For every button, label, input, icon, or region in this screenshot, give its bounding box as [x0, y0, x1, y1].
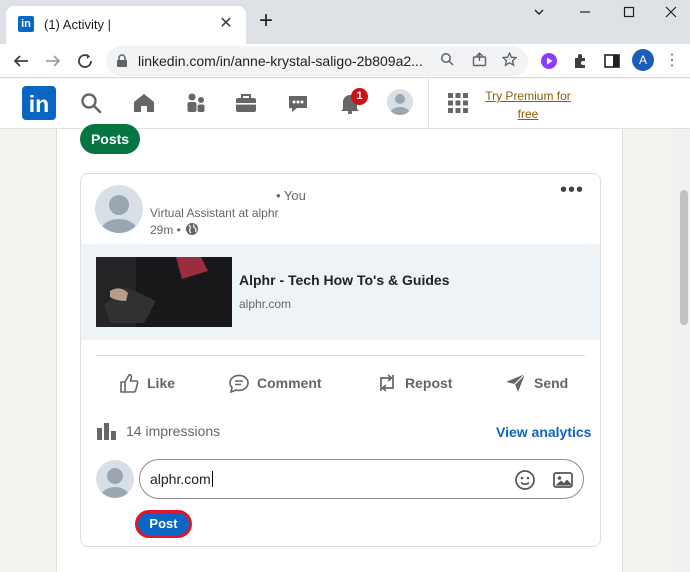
post-comment-button[interactable]: Post — [135, 510, 192, 538]
comment-input[interactable]: alphr.com — [139, 459, 584, 499]
media-extension-icon[interactable] — [540, 52, 558, 70]
my-network-icon[interactable] — [183, 90, 209, 116]
send-label: Send — [534, 375, 569, 391]
scrollbar-thumb[interactable] — [680, 190, 688, 325]
comment-label: Comment — [257, 375, 322, 391]
me-avatar[interactable] — [387, 89, 413, 115]
browser-tab-strip: in (1) Activity | ✕ + — [0, 0, 690, 44]
author-degree: • You — [276, 188, 306, 203]
author-headline: Virtual Assistant at alphr — [150, 206, 279, 220]
repost-label: Repost — [405, 375, 453, 391]
more-options-icon[interactable]: ••• — [560, 180, 584, 200]
link-preview-domain: alphr.com — [239, 297, 292, 311]
new-tab-button[interactable]: + — [254, 9, 278, 34]
notification-count-badge: 1 — [351, 88, 368, 105]
share-icon[interactable] — [470, 52, 488, 70]
view-analytics-link[interactable]: View analytics — [496, 424, 591, 440]
address-bar[interactable]: linkedin.com/in/anne-krystal-saligo-2b80… — [106, 46, 528, 76]
link-preview-image[interactable] — [96, 257, 232, 327]
browser-profile-avatar[interactable]: A — [632, 49, 654, 71]
globe-icon — [186, 223, 198, 235]
repost-button[interactable]: Repost — [375, 369, 452, 397]
commenter-avatar — [96, 460, 134, 498]
browser-toolbar: linkedin.com/in/anne-krystal-saligo-2b80… — [0, 44, 690, 78]
send-paper-plane-icon — [506, 373, 526, 392]
comment-input-value: alphr.com — [150, 471, 213, 487]
maximize-icon[interactable] — [614, 4, 644, 24]
work-apps-grid-icon[interactable] — [446, 91, 470, 115]
posts-filter-pill[interactable]: Posts — [80, 124, 140, 154]
author-avatar[interactable] — [95, 185, 143, 233]
comment-button[interactable]: Comment — [227, 369, 322, 397]
action-divider — [96, 355, 585, 356]
search-icon[interactable] — [438, 52, 456, 70]
back-arrow-icon[interactable] — [8, 48, 34, 74]
url-text: linkedin.com/in/anne-krystal-saligo-2b80… — [138, 53, 423, 69]
impressions-count: 14 impressions — [126, 423, 221, 439]
browser-tab-activity[interactable]: in (1) Activity | ✕ — [6, 6, 246, 44]
tab-search-chevron-icon[interactable] — [524, 4, 554, 24]
bar-chart-icon — [97, 423, 116, 440]
post-time: 29m • — [150, 223, 181, 237]
bookmark-star-icon[interactable] — [500, 51, 518, 70]
try-premium-link[interactable]: Try Premium for free — [480, 87, 576, 123]
extensions-puzzle-icon[interactable] — [572, 52, 590, 70]
side-panel-icon[interactable] — [603, 52, 621, 70]
linkedin-favicon-icon: in — [18, 16, 34, 32]
linkedin-logo[interactable]: in — [22, 86, 56, 120]
like-button[interactable]: Like — [117, 369, 175, 397]
home-icon[interactable] — [131, 90, 157, 116]
jobs-briefcase-icon[interactable] — [233, 90, 259, 116]
add-image-icon[interactable] — [552, 469, 574, 491]
link-preview-title[interactable]: Alphr - Tech How To's & Guides — [239, 272, 450, 288]
repost-arrows-icon — [380, 374, 394, 392]
window-close-icon[interactable] — [656, 4, 686, 24]
forward-arrow-icon[interactable] — [40, 48, 66, 74]
search-icon[interactable] — [78, 90, 104, 116]
browser-menu-icon[interactable]: ⋮ — [664, 50, 680, 72]
like-thumb-icon — [120, 373, 139, 393]
comment-bubble-icon — [229, 374, 249, 394]
linkedin-global-nav: in Try Premium for free — [0, 79, 690, 129]
minimize-icon[interactable] — [570, 4, 600, 24]
send-button[interactable]: Send — [504, 369, 568, 397]
tab-close-icon[interactable]: ✕ — [216, 14, 236, 34]
reload-icon[interactable] — [72, 48, 98, 74]
like-label: Like — [147, 375, 176, 391]
messaging-icon[interactable] — [285, 90, 311, 116]
lock-icon — [117, 54, 127, 67]
emoji-smiley-icon[interactable] — [514, 469, 536, 491]
impressions-stat[interactable]: 14 impressions — [96, 420, 220, 442]
tab-title: (1) Activity | — [44, 17, 111, 32]
header-divider — [428, 79, 429, 129]
